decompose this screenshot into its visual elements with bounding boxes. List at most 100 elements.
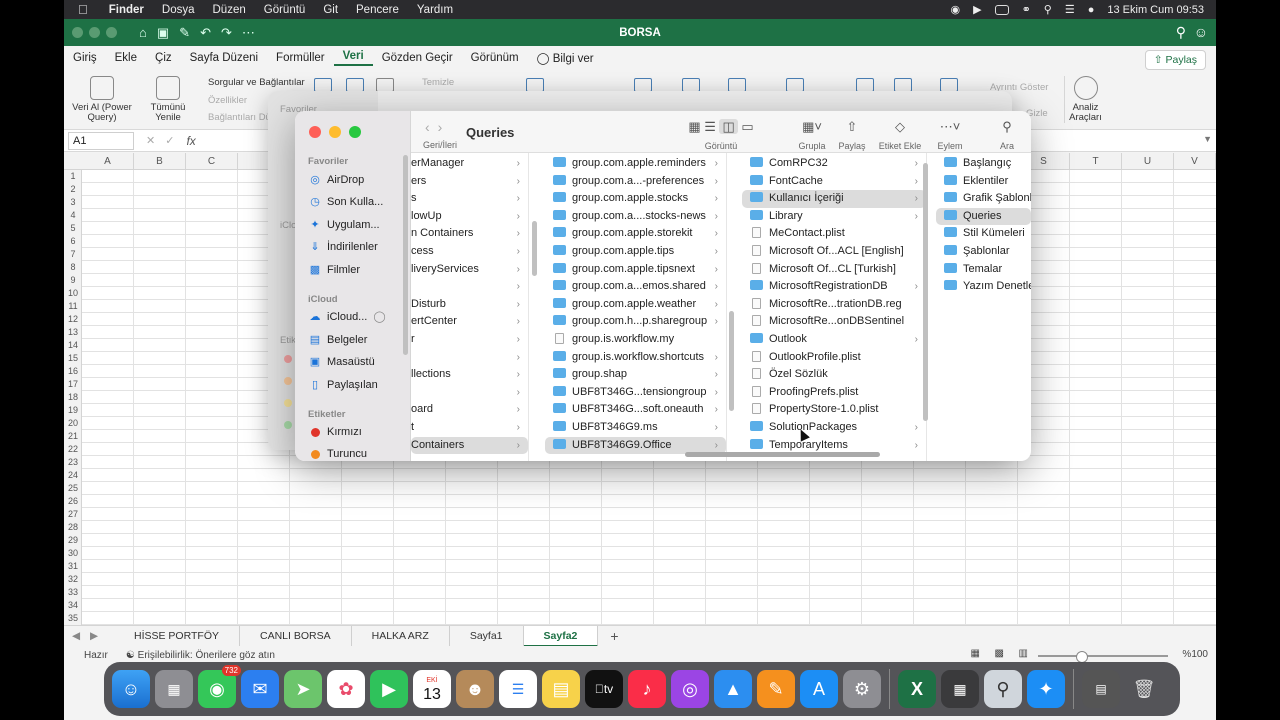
zoom-button[interactable] <box>106 27 117 38</box>
next-sheet-icon[interactable]: ▶ <box>88 630 100 642</box>
row-header[interactable]: 25 <box>64 482 82 495</box>
finder-row[interactable]: Microsoft Of...ACL [English] <box>742 243 926 261</box>
finder-row-selected[interactable]: Kullanıcı İçeriği › <box>742 190 926 208</box>
finder-row[interactable]: UBF8T346G9.ms › <box>545 419 726 437</box>
finder-row[interactable]: Özel Sözlük <box>742 366 926 384</box>
finder-row[interactable]: group.com.apple.tipsnext › <box>545 261 726 279</box>
preview-icon[interactable]: ⚲ <box>984 670 1022 708</box>
expand-formula-icon[interactable]: ▼ <box>1203 134 1212 144</box>
column-2-scrollbar[interactable] <box>729 311 734 411</box>
calculator-icon[interactable]: ▦ <box>941 670 979 708</box>
back-forward-icon[interactable]: ‹› <box>425 119 450 135</box>
finder-row[interactable]: Temalar <box>936 261 1031 279</box>
finder-row[interactable]: ertCenter › <box>411 313 528 331</box>
search-icon[interactable]: ⚲ <box>1044 3 1052 16</box>
finder-share-button[interactable]: ⇧ Paylaş <box>837 119 867 151</box>
finder-row[interactable]: group.com.a...emos.shared › <box>545 278 726 296</box>
row-header[interactable]: 9 <box>64 274 82 287</box>
sidebar-scrollbar[interactable] <box>403 155 408 355</box>
finder-close-button[interactable] <box>309 126 321 138</box>
finder-row[interactable]: Library › <box>742 208 926 226</box>
sheet-tab[interactable]: HALKA ARZ <box>352 625 450 647</box>
finder-minimize-button[interactable] <box>329 126 341 138</box>
safari-icon[interactable]: ✦ <box>1027 670 1065 708</box>
finder-row[interactable]: › <box>411 278 528 296</box>
finder-row[interactable]: Outlook › <box>742 331 926 349</box>
row-header[interactable]: 4 <box>64 209 82 222</box>
excel-search-icon[interactable]: ⚲ <box>1176 24 1186 41</box>
record-icon[interactable]: ◉ <box>951 3 961 16</box>
finder-row[interactable]: ComRPC32 › <box>742 155 926 173</box>
messages-icon[interactable]: ◉ 732 <box>198 665 241 708</box>
facetime-icon[interactable]: ▶ <box>370 670 408 708</box>
accessibility-status[interactable]: ☯ Erişilebilirlik: Önerilere göz atın <box>126 650 275 661</box>
play-icon[interactable]: ▶ <box>973 3 981 16</box>
row-header[interactable]: 8 <box>64 261 82 274</box>
finder-row[interactable]: group.shap › <box>545 366 726 384</box>
finder-row[interactable]: Grafik Şablonları <box>936 190 1031 208</box>
column-1-scrollbar[interactable] <box>532 221 537 276</box>
finder-row[interactable]: liveryServices › <box>411 261 528 279</box>
normal-view-icon[interactable]: ▦ <box>971 648 980 659</box>
tab-draw[interactable]: Çiz <box>146 52 181 64</box>
row-header[interactable]: 35 <box>64 612 82 625</box>
finder-row[interactable]: t › <box>411 419 528 437</box>
prev-sheet-icon[interactable]: ◀ <box>70 630 82 642</box>
finder-row[interactable]: group.com.apple.tips › <box>545 243 726 261</box>
finder-row[interactable]: Yazım Denetleme <box>936 278 1031 296</box>
sidebar-item-desktop[interactable]: ▣ Masaüstü <box>308 355 375 369</box>
menubar-datetime[interactable]: 13 Ekim Cum 09:53 <box>1107 4 1204 16</box>
trash-icon[interactable]: 🗑 <box>1125 670 1163 708</box>
add-tag-button[interactable]: ◇ Etiket Ekle <box>875 119 925 151</box>
column-header[interactable]: V <box>1174 153 1216 170</box>
row-header[interactable]: 13 <box>64 326 82 339</box>
finder-zoom-button[interactable] <box>349 126 361 138</box>
add-sheet-button[interactable]: + <box>598 628 630 644</box>
fx-icon[interactable]: fx <box>186 134 195 148</box>
finder-row[interactable]: Şablonlar <box>936 243 1031 261</box>
mail-icon[interactable]: ✉ <box>241 670 279 708</box>
sidebar-item-icloud-drive[interactable]: ☁ iCloud... ◯ <box>308 310 386 324</box>
row-header[interactable]: 2 <box>64 183 82 196</box>
control-center-icon[interactable]: ☰ <box>1065 3 1075 16</box>
sidebar-item-downloads[interactable]: ⇓ İndirilenler <box>308 240 377 254</box>
excel-icon[interactable]: X <box>898 670 936 708</box>
text-to-columns-icon[interactable] <box>526 78 544 92</box>
finder-row[interactable]: UBF8T346G...tensiongroup › <box>545 384 726 402</box>
menubar-go[interactable]: Git <box>314 4 347 16</box>
finder-row[interactable]: group.com.h...p.sharegroup › <box>545 313 726 331</box>
confirm-icon[interactable]: ✓ <box>165 134 174 147</box>
save-as-icon[interactable]: ✎ <box>179 25 190 41</box>
zoom-level[interactable]: %100 <box>1182 649 1208 660</box>
page-break-icon[interactable]: ▥ <box>1019 648 1028 659</box>
menubar-window[interactable]: Pencere <box>347 4 408 16</box>
tab-data[interactable]: Veri <box>333 50 373 66</box>
reminders-icon[interactable]: ☰ <box>499 670 537 708</box>
finder-row[interactable]: r › <box>411 331 528 349</box>
cancel-icon[interactable]: ✕ <box>146 134 155 147</box>
row-header[interactable]: 1 <box>64 170 82 183</box>
column-header[interactable]: A <box>82 153 134 170</box>
finder-row[interactable]: n Containers › <box>411 225 528 243</box>
finder-row[interactable]: group.com.apple.storekit › <box>545 225 726 243</box>
finder-row[interactable]: › <box>411 349 528 367</box>
menubar-edit[interactable]: Düzen <box>204 4 255 16</box>
siri-icon[interactable]: ● <box>1088 4 1095 16</box>
finder-row[interactable]: erManager › <box>411 155 528 173</box>
column-header[interactable]: U <box>1122 153 1174 170</box>
row-header[interactable]: 18 <box>64 391 82 404</box>
row-header[interactable]: 14 <box>64 339 82 352</box>
column-header[interactable]: T <box>1070 153 1122 170</box>
row-header[interactable]: 27 <box>64 508 82 521</box>
finder-row[interactable]: lowUp › <box>411 208 528 226</box>
battery-icon[interactable] <box>994 4 1009 15</box>
launchpad-icon[interactable]: ▦ <box>155 670 193 708</box>
sheet-tab[interactable]: Sayfa1 <box>450 625 524 647</box>
analysis-tools-button[interactable]: Analiz Araçları <box>1064 76 1106 123</box>
sidebar-tag-orange[interactable]: Turuncu <box>308 448 367 460</box>
podcasts-icon[interactable]: ◎ <box>671 670 709 708</box>
row-header[interactable]: 32 <box>64 573 82 586</box>
finder-row[interactable]: MicrosoftRe...onDBSentinel <box>742 313 926 331</box>
finder-row-selected[interactable]: Queries <box>936 207 1031 226</box>
finder-row[interactable]: group.com.apple.reminders › <box>545 155 726 173</box>
